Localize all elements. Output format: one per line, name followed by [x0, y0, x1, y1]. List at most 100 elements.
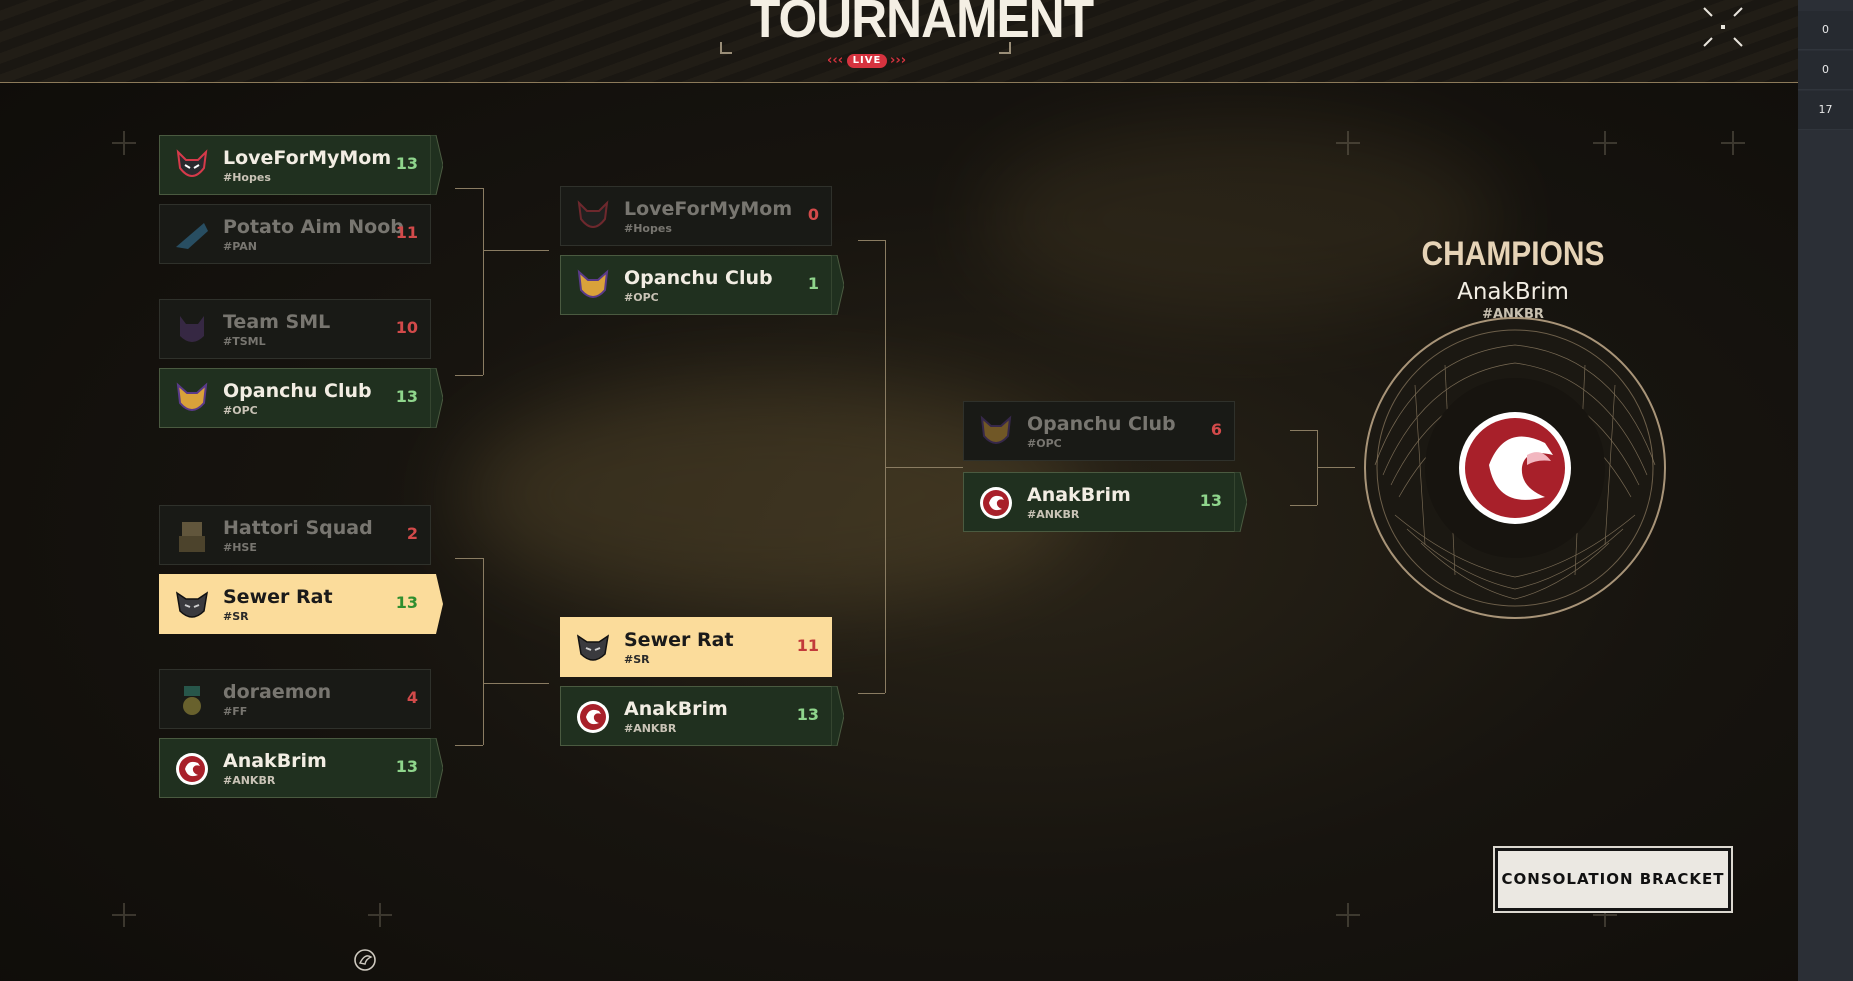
match-card[interactable]: Hattori Squad #HSE 2 [159, 505, 431, 565]
connector-line [1290, 430, 1317, 431]
champion-name: AnakBrim [1457, 279, 1569, 305]
team-tag: #TSML [223, 335, 266, 348]
match-card[interactable]: AnakBrim #ANKBR 13 [159, 738, 443, 798]
match-card[interactable]: Potato Aim Noob #PAN 11 [159, 204, 431, 264]
team-score: 11 [796, 636, 819, 655]
match-card[interactable]: Sewer Rat #SR 13 [159, 574, 443, 634]
team-logo-swirl-icon [176, 753, 208, 785]
team-tag: #SR [223, 610, 249, 623]
team-name: Opanchu Club [1027, 413, 1176, 435]
match-card[interactable]: Opanchu Club #OPC 13 [159, 368, 443, 428]
side-counter: 0 [1798, 51, 1853, 90]
team-logo-rat-icon [175, 591, 209, 618]
cross-decoration [368, 903, 392, 927]
side-counter: 0 [1798, 11, 1853, 50]
team-score: 13 [395, 387, 418, 406]
team-score: 1 [807, 274, 819, 293]
team-logo-rat-icon [576, 634, 610, 661]
team-name: LoveForMyMom [223, 147, 392, 169]
connector-line [483, 558, 484, 745]
team-logo-swirl-icon [980, 487, 1012, 519]
title-bracket-right [999, 42, 1011, 54]
team-name: doraemon [223, 681, 332, 703]
team-logo-fox-icon [176, 382, 208, 411]
team-tag: #ANKBR [1027, 508, 1080, 521]
winner-arrow [831, 686, 844, 746]
cross-decoration [112, 903, 136, 927]
team-name: AnakBrim [223, 750, 327, 772]
team-tag: #OPC [223, 404, 258, 417]
fullscreen-icon[interactable] [1700, 4, 1746, 50]
match-card[interactable]: LoveForMyMom #Hopes 0 [560, 186, 832, 246]
team-logo-cat-icon [180, 316, 204, 342]
connector-line [858, 240, 885, 241]
match-card[interactable]: Opanchu Club #OPC 6 [963, 401, 1235, 461]
side-panel: 0 0 17 [1798, 0, 1853, 981]
champions-heading: CHAMPIONS [1421, 235, 1605, 273]
winner-arrow [430, 135, 443, 195]
team-logo-fox-icon [980, 415, 1012, 444]
connector-line [858, 693, 885, 694]
team-tag: #SR [624, 653, 650, 666]
match-card[interactable]: AnakBrim #ANKBR 13 [560, 686, 844, 746]
team-score: 13 [796, 705, 819, 724]
connector-line [483, 250, 549, 251]
team-score: 13 [395, 154, 418, 173]
team-tag: #PAN [223, 240, 257, 253]
team-tag: #OPC [624, 291, 659, 304]
match-card[interactable]: Sewer Rat #SR 11 [560, 617, 832, 677]
team-logo-fox-icon [577, 269, 609, 298]
winner-arrow [430, 368, 443, 428]
connector-line [483, 188, 484, 375]
winner-arrow [430, 574, 443, 634]
connector-line [1317, 467, 1355, 468]
consolation-bracket-label: CONSOLATION BRACKET [1498, 851, 1728, 908]
team-name: Hattori Squad [223, 517, 373, 539]
match-card[interactable]: Opanchu Club #OPC 1 [560, 255, 844, 315]
match-card[interactable]: AnakBrim #ANKBR 13 [963, 472, 1247, 532]
team-score: 13 [395, 757, 418, 776]
team-tag: #FF [223, 705, 248, 718]
team-name: Team SML [223, 311, 331, 333]
connector-line [455, 558, 483, 559]
team-score: 0 [807, 205, 819, 224]
title-bracket-left [720, 42, 732, 54]
team-logo-demon-icon [577, 200, 609, 228]
winner-arrow [831, 255, 844, 315]
team-score: 6 [1210, 420, 1222, 439]
team-name: Sewer Rat [624, 629, 734, 651]
team-name: Opanchu Club [223, 380, 372, 402]
champion-trophy-ring [1364, 317, 1666, 619]
match-card[interactable]: LoveForMyMom #Hopes 13 [159, 135, 443, 195]
team-score: 11 [395, 223, 418, 242]
team-score: 2 [406, 524, 418, 543]
cross-decoration [112, 131, 136, 155]
side-counter: 17 [1798, 91, 1853, 130]
team-name: Sewer Rat [223, 586, 333, 608]
consolation-bracket-button[interactable]: CONSOLATION BRACKET [1493, 846, 1733, 913]
team-logo-shark-icon [176, 223, 208, 249]
team-name: Potato Aim Noob [223, 216, 404, 238]
connector-line [455, 375, 483, 376]
team-logo-skull-icon [183, 686, 201, 715]
chevrons-left-icon: ‹‹‹ [827, 53, 844, 68]
team-logo-robot-icon [179, 522, 205, 552]
team-logo-swirl-icon [577, 701, 609, 733]
bracket-stage: TOURNAMENT ‹‹‹ LIVE ››› LoveForMyMom #Ho… [0, 0, 1798, 981]
team-name: AnakBrim [1027, 484, 1131, 506]
team-tag: #Hopes [624, 222, 672, 235]
team-name: AnakBrim [624, 698, 728, 720]
chevrons-right-icon: ››› [890, 53, 907, 68]
team-tag: #HSE [223, 541, 257, 554]
match-card[interactable]: doraemon #FF 4 [159, 669, 431, 729]
connector-line [483, 683, 549, 684]
winner-arrow [1234, 472, 1247, 532]
team-name: Opanchu Club [624, 267, 773, 289]
match-card[interactable]: Team SML #TSML 10 [159, 299, 431, 359]
cross-decoration [1721, 131, 1745, 155]
live-badge: LIVE [847, 54, 887, 68]
page-title: TOURNAMENT [750, 0, 1094, 49]
team-score: 13 [1199, 491, 1222, 510]
swirl-settings-icon[interactable] [352, 947, 378, 973]
cross-decoration [1336, 131, 1360, 155]
